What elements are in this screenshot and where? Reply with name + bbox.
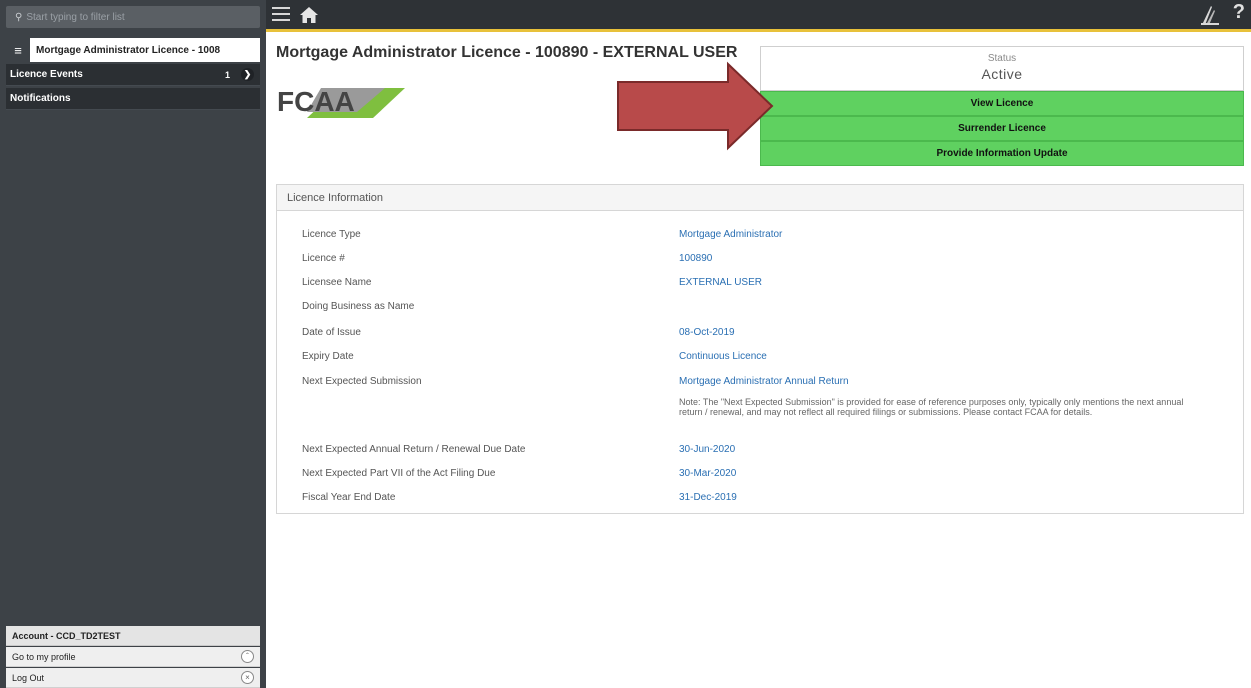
info-label: Doing Business as Name [302,301,415,312]
sidebar-item-notifications[interactable]: Notifications [6,88,260,110]
logout-link[interactable]: Log Out × [6,668,260,688]
info-label: Date of Issue [302,327,361,338]
provide-information-update-button[interactable]: Provide Information Update [760,141,1244,166]
sidebar-item-label: Licence Events [10,69,83,80]
help-icon[interactable]: ? [1233,1,1245,24]
logout-link-label: Log Out [12,672,45,683]
submission-note: Note: The "Next Expected Submission" is … [679,397,1184,417]
chevron-right-icon[interactable]: ❯ [241,68,254,81]
status-box: Status Active [760,46,1244,91]
profile-link-label: Go to my profile [12,651,76,662]
licence-information-panel: Licence Information Licence Type Mortgag… [276,184,1244,514]
sidebar-item-licence-events[interactable]: Licence Events 1 ❯ [6,64,260,86]
fcaa-logo-text: FCAA [277,86,355,117]
close-icon: × [241,671,254,684]
licence-events-count-badge: 1 [224,69,230,80]
go-to-profile-link[interactable]: Go to my profile ˆ [6,647,260,667]
filter-search-input[interactable] [26,11,247,23]
info-label: Expiry Date [302,351,354,362]
info-label: Next Expected Submission [302,376,422,387]
info-value: 30-Jun-2020 [679,444,736,455]
panel-header: Licence Information [277,185,1243,211]
home-icon[interactable] [299,6,319,24]
info-value: Continuous Licence [679,351,767,362]
entity-row[interactable]: ≡ Mortgage Administrator Licence - 1008 [6,38,260,62]
filter-search-box[interactable]: ⚲ [6,6,260,28]
red-arrow-annotation [617,61,774,151]
sidebar: ⚲ ≡ Mortgage Administrator Licence - 100… [0,0,266,688]
info-label: Next Expected Part VII of the Act Filing… [302,468,496,479]
hamburger-menu-icon[interactable] [272,5,290,23]
info-value: EXTERNAL USER [679,277,762,288]
info-value: 100890 [679,253,713,264]
collapse-menu-icon[interactable]: ≡ [6,38,30,62]
info-label: Fiscal Year End Date [302,492,396,503]
info-value: 08-Oct-2019 [679,327,735,338]
top-bar: ? [266,0,1251,32]
status-value: Active [981,66,1023,82]
info-value: Mortgage Administrator Annual Return [679,376,849,387]
view-licence-button[interactable]: View Licence [760,91,1244,116]
info-label: Licence Type [302,229,361,240]
search-icon: ⚲ [15,11,23,23]
wheat-logo-icon [1201,6,1219,25]
info-label: Next Expected Annual Return / Renewal Du… [302,444,526,455]
info-value: Mortgage Administrator [679,229,783,240]
sidebar-item-label: Notifications [10,93,71,104]
info-value: 30-Mar-2020 [679,468,737,479]
info-value: 31-Dec-2019 [679,492,737,503]
surrender-licence-button[interactable]: Surrender Licence [760,116,1244,141]
account-title: Account - CCD_TD2TEST [6,626,260,646]
chevron-up-icon: ˆ [241,650,254,663]
info-label: Licensee Name [302,277,372,288]
fcaa-logo: FCAA [277,82,407,122]
info-label: Licence # [302,253,345,264]
status-label: Status [987,53,1017,64]
entity-title[interactable]: Mortgage Administrator Licence - 1008 [30,38,260,62]
